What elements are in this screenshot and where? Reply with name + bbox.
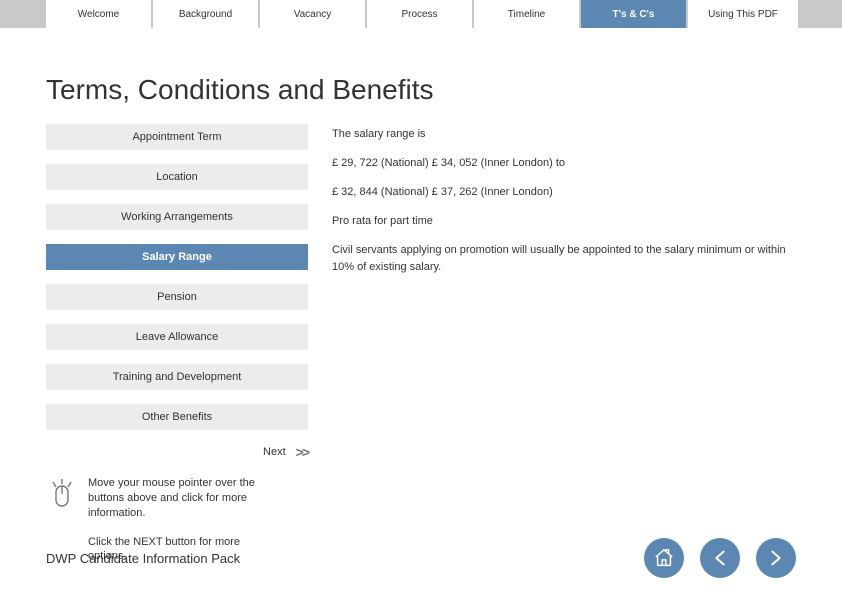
sidebar: Appointment Term Location Working Arrang… [46, 124, 308, 564]
content-body: The salary range is £ 29, 722 (National)… [332, 124, 796, 564]
body-line-5: Civil servants applying on promotion wil… [332, 242, 796, 276]
tab-background[interactable]: Background [153, 0, 258, 28]
tab-using-pdf[interactable]: Using This PDF [688, 0, 798, 28]
page-title: Terms, Conditions and Benefits [46, 74, 796, 106]
chevron-right-icon: >> [296, 444, 308, 460]
sidebar-salary-range[interactable]: Salary Range [46, 244, 308, 270]
tab-process[interactable]: Process [367, 0, 472, 28]
arrow-right-icon [765, 547, 787, 569]
tab-vacancy[interactable]: Vacancy [260, 0, 365, 28]
sidebar-training-development[interactable]: Training and Development [46, 364, 308, 390]
hint-text-1: Move your mouse pointer over the buttons… [88, 476, 268, 521]
sidebar-leave-allowance[interactable]: Leave Allowance [46, 324, 308, 350]
sidebar-location[interactable]: Location [46, 164, 308, 190]
sidebar-pension[interactable]: Pension [46, 284, 308, 310]
body-line-4: Pro rata for part time [332, 213, 796, 230]
body-line-3: £ 32, 844 (National) £ 37, 262 (Inner Lo… [332, 184, 796, 201]
tab-ts-cs[interactable]: T's & C's [581, 0, 686, 28]
sidebar-working-arrangements[interactable]: Working Arrangements [46, 204, 308, 230]
next-page-button[interactable] [756, 538, 796, 578]
sidebar-other-benefits[interactable]: Other Benefits [46, 404, 308, 430]
next-button[interactable]: Next >> [46, 444, 308, 460]
home-button[interactable] [644, 538, 684, 578]
tab-welcome[interactable]: Welcome [46, 0, 151, 28]
home-icon [653, 547, 675, 569]
next-label: Next [263, 446, 286, 458]
mouse-pointer-icon [46, 478, 76, 515]
top-nav: Welcome Background Vacancy Process Timel… [0, 0, 842, 28]
tab-timeline[interactable]: Timeline [474, 0, 579, 28]
footer-nav [644, 538, 796, 578]
footer-title: DWP Candidate Information Pack [46, 551, 240, 566]
prev-button[interactable] [700, 538, 740, 578]
body-line-2: £ 29, 722 (National) £ 34, 052 (Inner Lo… [332, 155, 796, 172]
sidebar-appointment-term[interactable]: Appointment Term [46, 124, 308, 150]
body-line-1: The salary range is [332, 126, 796, 143]
arrow-left-icon [709, 547, 731, 569]
